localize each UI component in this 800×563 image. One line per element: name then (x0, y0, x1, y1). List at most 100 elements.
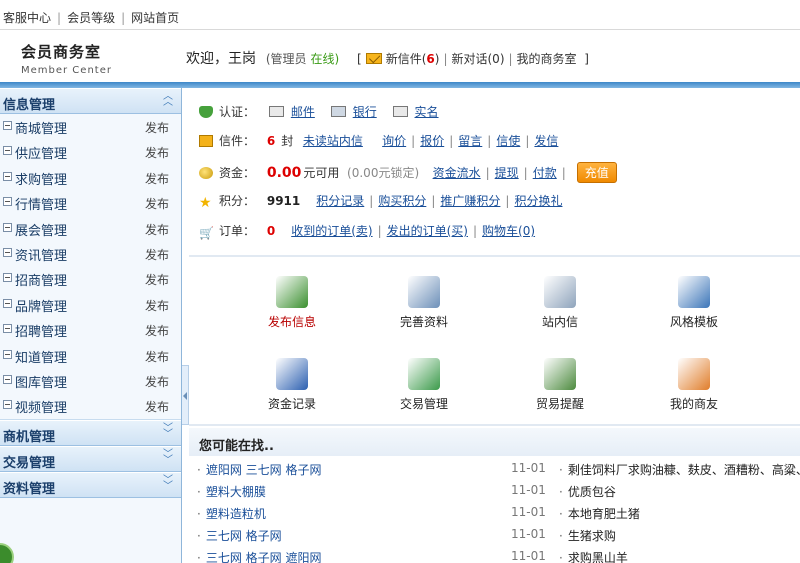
shortcut-friends[interactable]: 我的商友 (629, 340, 759, 418)
collapse-box-icon[interactable] (3, 324, 12, 334)
suggestion-text[interactable]: 塑料造粒机 (206, 507, 266, 521)
sidebar-item[interactable]: 商城管理 发布 (0, 114, 181, 139)
suggestion-text[interactable]: 优质包谷 (568, 485, 616, 499)
shortcut-reminder[interactable]: 贸易提醒 (495, 340, 625, 418)
auth-bank-link[interactable]: 银行 (353, 105, 377, 119)
sidebar-item-label[interactable]: 商城管理 (15, 118, 67, 137)
publish-link[interactable]: 发布 (145, 373, 169, 390)
publish-link[interactable]: 发布 (145, 398, 169, 415)
chevron-down-icon[interactable]: ﹀ ﹀ (163, 475, 173, 492)
publish-link[interactable]: 发布 (145, 221, 169, 238)
recharge-button[interactable]: 充值 (576, 162, 617, 183)
publish-link[interactable]: 发布 (145, 119, 169, 136)
sidebar-item-label[interactable]: 品牌管理 (15, 296, 67, 315)
sidebar-item-label[interactable]: 资讯管理 (15, 245, 67, 264)
suggestion-row[interactable]: · 剩佳饲料厂求购油糠、麸皮、酒糟粉、高粱、 (559, 461, 800, 483)
section-info-management[interactable]: 信息管理 ︿ ︿ (0, 88, 181, 114)
collapse-box-icon[interactable] (3, 374, 12, 384)
shortcut-clock[interactable]: 资金记录 (227, 340, 357, 418)
sidebar-item[interactable]: 供应管理 发布 (0, 139, 181, 164)
shortcut-publish[interactable]: 发布信息 (227, 258, 357, 336)
sidebar-item-label[interactable]: 视频管理 (15, 397, 67, 416)
suggestion-text[interactable]: 塑料大棚膜 (206, 485, 266, 499)
suggestion-row[interactable]: · 三七网 格子网 遮阳网 11-01 (197, 549, 557, 563)
sidebar-item-label[interactable]: 展会管理 (15, 220, 67, 239)
collapse-box-icon[interactable] (3, 247, 12, 257)
sidebar-item[interactable]: 图库管理 发布 (0, 368, 181, 393)
shortcut-trade[interactable]: 交易管理 (359, 340, 489, 418)
sidebar-item[interactable]: 行情管理 发布 (0, 190, 181, 215)
quote-link[interactable]: 报价 (420, 134, 444, 148)
suggestion-text[interactable]: 求购黑山羊 (568, 551, 628, 563)
buy-points-link[interactable]: 购买积分 (378, 194, 426, 208)
unread-mail-link[interactable]: 未读站内信 (303, 134, 363, 148)
sidebar-item[interactable]: 求购管理 发布 (0, 165, 181, 190)
publish-link[interactable]: 发布 (145, 322, 169, 339)
redeem-points-link[interactable]: 积分换礼 (514, 194, 562, 208)
sent-orders-link[interactable]: 发出的订单(买) (387, 224, 468, 238)
section-profile[interactable]: 资料管理 ﹀ ﹀ (0, 471, 181, 498)
publish-link[interactable]: 发布 (145, 271, 169, 288)
chevron-down-icon[interactable]: ﹀ ﹀ (163, 449, 173, 466)
publish-link[interactable]: 发布 (145, 297, 169, 314)
my-office-link[interactable]: 我的商务室 (517, 52, 577, 66)
sidebar-item-label[interactable]: 图库管理 (15, 372, 67, 391)
shortcut-inbox[interactable]: 站内信 (495, 258, 625, 336)
publish-link[interactable]: 发布 (145, 144, 169, 161)
auth-email-link[interactable]: 邮件 (291, 105, 315, 119)
top-link-home[interactable]: 网站首页 (131, 11, 179, 25)
top-link-levels[interactable]: 会员等级 (67, 11, 115, 25)
publish-link[interactable]: 发布 (145, 348, 169, 365)
new-mail-link[interactable]: 新信件(6) (386, 52, 440, 66)
suggestion-text[interactable]: 三七网 格子网 遮阳网 (206, 551, 322, 563)
fund-flow-link[interactable]: 资金流水 (433, 166, 481, 180)
suggestion-text[interactable]: 遮阳网 三七网 格子网 (206, 463, 322, 477)
shopping-cart-link[interactable]: 购物车(0) (482, 224, 535, 238)
sidebar-item[interactable]: 展会管理 发布 (0, 216, 181, 241)
earn-points-link[interactable]: 推广赚积分 (440, 194, 500, 208)
send-mail-link[interactable]: 发信 (534, 134, 558, 148)
sidebar-item[interactable]: 招聘管理 发布 (0, 317, 181, 342)
suggestion-text[interactable]: 剩佳饲料厂求购油糠、麸皮、酒糟粉、高粱、 (568, 463, 800, 477)
sidebar-item-label[interactable]: 招聘管理 (15, 321, 67, 340)
suggestion-row[interactable]: · 求购黑山羊 (559, 549, 628, 563)
suggestion-text[interactable]: 生猪求购 (568, 529, 616, 543)
sidebar-item[interactable]: 视频管理 发布 (0, 393, 181, 418)
suggestion-row[interactable]: · 生猪求购 (559, 527, 616, 549)
sidebar-item-label[interactable]: 供应管理 (15, 143, 67, 162)
messenger-link[interactable]: 信使 (496, 134, 520, 148)
suggestion-row[interactable]: · 优质包谷 (559, 483, 616, 505)
sidebar-item-label[interactable]: 招商管理 (15, 270, 67, 289)
sidebar-collapse-handle[interactable] (182, 365, 189, 425)
chevron-up-icon[interactable]: ︿ ︿ (163, 92, 173, 108)
collapse-box-icon[interactable] (3, 222, 12, 232)
section-trade[interactable]: 交易管理 ﹀ ﹀ (0, 445, 181, 472)
suggestion-row[interactable]: · 本地育肥土猪 (559, 505, 640, 527)
collapse-box-icon[interactable] (3, 273, 12, 283)
suggestion-row[interactable]: · 塑料造粒机 11-01 (197, 505, 557, 527)
sidebar-item[interactable]: 招商管理 发布 (0, 266, 181, 291)
publish-link[interactable]: 发布 (145, 246, 169, 263)
shortcut-shop[interactable]: 商 (759, 340, 800, 418)
collapse-box-icon[interactable] (3, 298, 12, 308)
new-chat-link[interactable]: 新对话(0) (452, 52, 505, 66)
shortcut-template[interactable]: 风格模板 (629, 258, 759, 336)
sidebar-item-label[interactable]: 行情管理 (15, 194, 67, 213)
collapse-box-icon[interactable] (3, 146, 12, 156)
message-link[interactable]: 留言 (458, 134, 482, 148)
sidebar-item[interactable]: 资讯管理 发布 (0, 241, 181, 266)
top-link-service[interactable]: 客服中心 (3, 11, 51, 25)
shortcut-profile[interactable]: 完善资料 (359, 258, 489, 336)
collapse-box-icon[interactable] (3, 121, 12, 130)
collapse-box-icon[interactable] (3, 400, 12, 410)
auth-realname-link[interactable]: 实名 (415, 105, 439, 119)
sidebar-item-label[interactable]: 求购管理 (15, 169, 67, 188)
inquiry-link[interactable]: 询价 (382, 134, 406, 148)
collapse-box-icon[interactable] (3, 171, 12, 181)
collapse-box-icon[interactable] (3, 197, 12, 207)
payment-link[interactable]: 付款 (533, 166, 557, 180)
suggestion-text[interactable]: 本地育肥土猪 (568, 507, 640, 521)
suggestion-text[interactable]: 三七网 格子网 (206, 529, 282, 543)
suggestion-row[interactable]: · 三七网 格子网 11-01 (197, 527, 557, 549)
sidebar-item[interactable]: 知道管理 发布 (0, 343, 181, 368)
